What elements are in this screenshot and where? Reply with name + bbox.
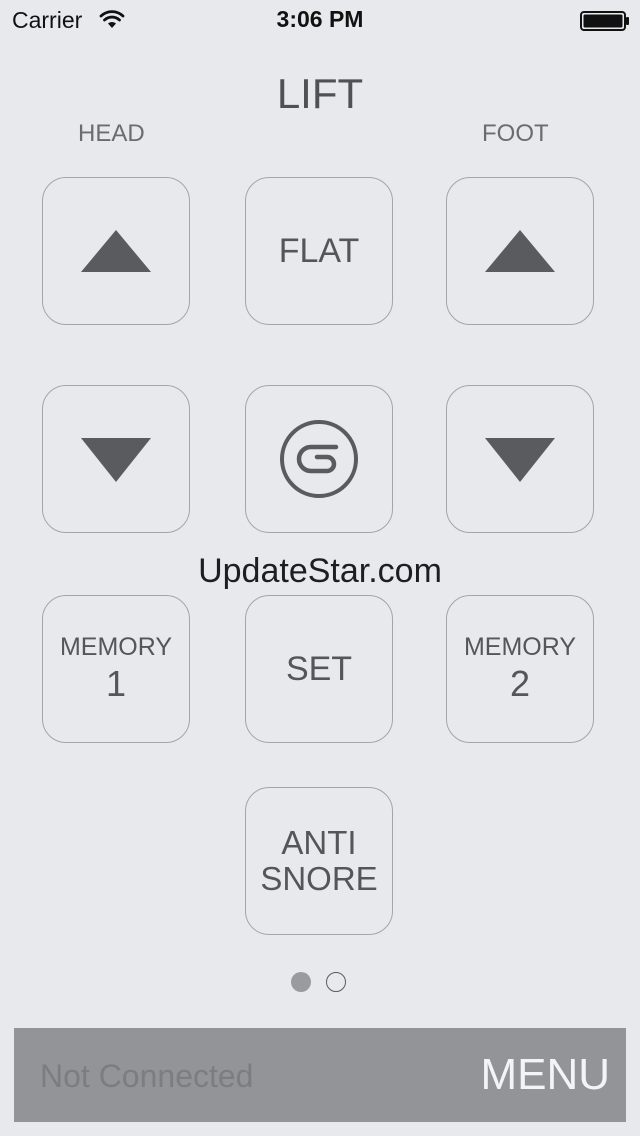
anti-label: ANTI xyxy=(281,824,357,861)
status-bar: Carrier 3:06 PM xyxy=(0,0,640,40)
anti-snore-button[interactable]: ANTI SNORE xyxy=(245,787,393,935)
head-label: HEAD xyxy=(78,120,145,147)
set-label: SET xyxy=(285,649,353,688)
watermark-text: UpdateStar.com xyxy=(198,552,442,590)
flat-label: FLAT xyxy=(278,231,360,270)
head-down-button[interactable] xyxy=(42,385,190,533)
memory-2-label: MEMORY xyxy=(463,633,577,661)
head-up-button[interactable] xyxy=(42,177,190,325)
memory-2-number: 2 xyxy=(509,663,531,704)
foot-label: FOOT xyxy=(482,120,549,147)
menu-button[interactable]: MENU xyxy=(480,1050,610,1100)
foot-up-button[interactable] xyxy=(446,177,594,325)
memory-1-button[interactable]: MEMORY 1 xyxy=(42,595,190,743)
memory-2-button[interactable]: MEMORY 2 xyxy=(446,595,594,743)
bottom-bar: Not Connected MENU xyxy=(14,1028,626,1122)
foot-down-button[interactable] xyxy=(446,385,594,533)
battery-icon xyxy=(580,11,629,31)
page-dot-2[interactable] xyxy=(326,972,346,992)
page-dot-1[interactable] xyxy=(291,972,311,992)
memory-1-number: 1 xyxy=(105,663,127,704)
brand-logo-icon xyxy=(280,420,358,498)
triangle-down-icon xyxy=(81,438,151,482)
screen-title: LIFT xyxy=(276,70,364,117)
set-button[interactable]: SET xyxy=(245,595,393,743)
brand-logo-button[interactable] xyxy=(245,385,393,533)
clock: 3:06 PM xyxy=(276,6,364,32)
triangle-up-icon xyxy=(81,230,151,272)
memory-1-label: MEMORY xyxy=(59,633,173,661)
triangle-down-icon xyxy=(485,438,555,482)
snore-label: SNORE xyxy=(260,860,378,897)
flat-button[interactable]: FLAT xyxy=(245,177,393,325)
triangle-up-icon xyxy=(485,230,555,272)
connection-status: Not Connected xyxy=(40,1058,254,1094)
